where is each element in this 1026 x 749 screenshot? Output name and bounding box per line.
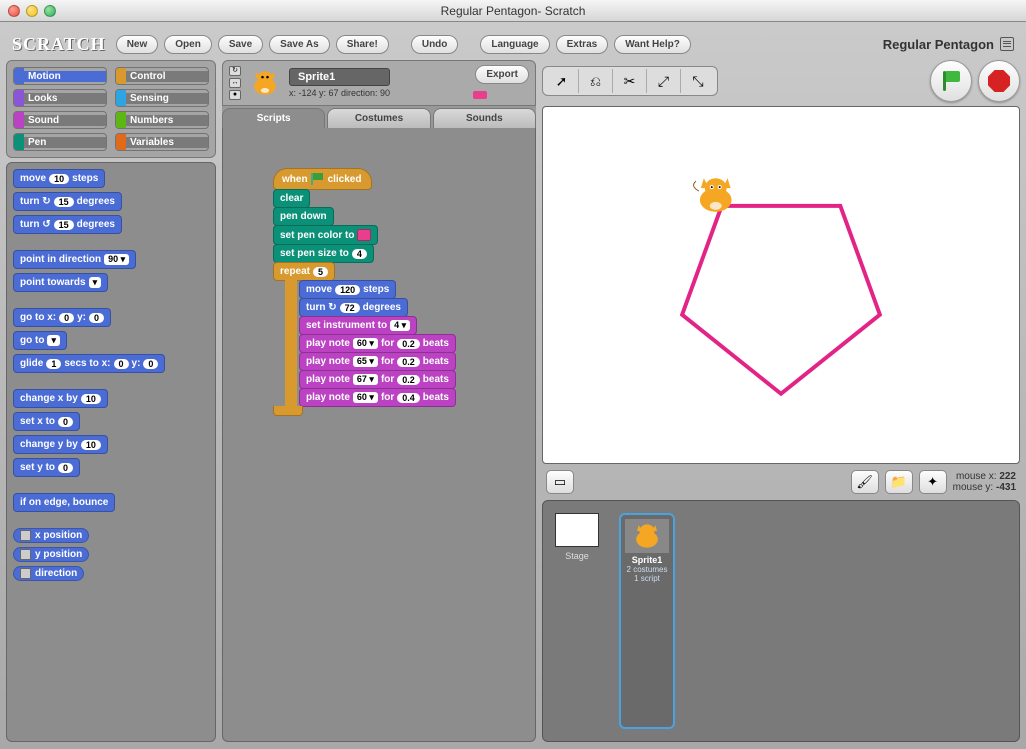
window-title: Regular Pentagon- Scratch [0,4,1026,18]
stamp-tool-icon[interactable]: ⎌ [579,69,613,93]
stage-thumbnail[interactable]: Stage [555,513,599,729]
tab-costumes[interactable]: Costumes [327,108,430,128]
palette-block[interactable]: point towards ▾ [13,273,108,292]
sprite-name-input[interactable]: Sprite1 [289,68,390,86]
window-titlebar: Regular Pentagon- Scratch [0,0,1026,22]
palette-block[interactable]: turn ↻ 15 degrees [13,192,122,211]
palette-block[interactable]: set y to 0 [13,458,80,477]
palette-block[interactable]: y position [13,547,89,562]
rotate-none-button[interactable]: ● [229,90,241,100]
draggable-toggle[interactable] [473,91,487,99]
save-button[interactable]: Save [218,35,263,54]
script-block[interactable]: play note 60 ▾ for 0.4 beats [299,388,456,407]
category-pen[interactable]: Pen [13,133,107,151]
script-block[interactable]: turn ↻ 72 degrees [299,298,408,317]
tab-scripts[interactable]: Scripts [222,108,325,128]
script-block[interactable]: play note 60 ▾ for 0.2 beats [299,334,456,353]
sprite-list-item[interactable]: Sprite1 2 costumes 1 script [619,513,675,729]
category-motion[interactable]: Motion [13,67,107,85]
script-block[interactable]: set instrument to 4 ▾ [299,316,417,335]
main-toolbar: SCRATCH New Open Save Save As Share! Undo Lang… [6,28,1020,60]
category-selector: Motion Control Looks Sensing Sound Numbers Pen… [6,60,216,158]
save-as-button[interactable]: Save As [269,35,330,54]
category-sensing[interactable]: Sensing [115,89,209,107]
palette-block[interactable]: point in direction 90 ▾ [13,250,136,269]
want-help--button[interactable]: Want Help? [614,35,691,54]
presentation-mode-button[interactable]: ▭ [546,470,574,494]
palette-block[interactable]: change x by 10 [13,389,108,408]
category-variables[interactable]: Variables [115,133,209,151]
flag-icon [941,71,961,91]
palette-block[interactable]: direction [13,566,84,581]
script-block[interactable]: play note 65 ▾ for 0.2 beats [299,352,456,371]
paint-sprite-button[interactable]: 🖌 [851,470,879,494]
choose-sprite-button[interactable]: 📁 [885,470,913,494]
extras-button[interactable]: Extras [556,35,609,54]
new-button[interactable]: New [116,35,159,54]
script-block[interactable]: play note 67 ▾ for 0.2 beats [299,370,456,389]
undo-button[interactable]: Undo [411,35,459,54]
export-button[interactable]: Export [475,65,529,84]
scissors-tool-icon[interactable]: ✂ [613,69,647,93]
category-control[interactable]: Control [115,67,209,85]
scripts-pane[interactable]: when clickedclear pen down set pen color… [222,128,536,742]
category-sound[interactable]: Sound [13,111,107,129]
stop-button[interactable] [978,60,1020,102]
palette-block[interactable]: go to x: 0 y: 0 [13,308,111,327]
palette-block[interactable]: glide 1 secs to x: 0 y: 0 [13,354,165,373]
project-menu-icon[interactable] [1000,37,1014,51]
script-block[interactable]: set pen size to 4 [273,244,374,263]
rotate-leftright-button[interactable]: ↔ [229,78,241,88]
palette-block[interactable]: turn ↺ 15 degrees [13,215,122,234]
stage-tools: ➚ ⎌ ✂ ⤢ ⤡ [542,66,718,96]
arrow-tool-icon[interactable]: ➚ [545,69,579,93]
sprite-thumbnail [247,65,283,101]
script-block[interactable]: set pen color to [273,225,378,245]
shrink-tool-icon[interactable]: ⤡ [681,69,715,93]
surprise-sprite-button[interactable]: ✦ [919,470,947,494]
stop-icon [988,70,1010,92]
hat-block[interactable]: when clicked [273,168,372,190]
tab-sounds[interactable]: Sounds [433,108,536,128]
scratch-logo: SCRATCH [12,34,106,55]
repeat-block[interactable]: repeat 5 [273,262,335,281]
sprite-header: ↻ ↔ ● Sprite1 x: -124 y: 67 direction: 9… [222,60,536,106]
share--button[interactable]: Share! [336,35,389,54]
green-flag-button[interactable] [930,60,972,102]
sprite-list: Stage Sprite1 2 costumes 1 script [542,500,1020,742]
script-block[interactable]: clear [273,189,310,208]
category-numbers[interactable]: Numbers [115,111,209,129]
palette-block[interactable]: set x to 0 [13,412,80,431]
category-looks[interactable]: Looks [13,89,107,107]
palette-block[interactable]: move 10 steps [13,169,105,188]
flag-icon [311,173,325,185]
palette-block[interactable]: if on edge, bounce [13,493,115,512]
block-palette: move 10 steps turn ↻ 15 degrees turn ↺ 15 … [6,162,216,742]
script-block[interactable]: move 120 steps [299,280,396,299]
palette-block[interactable]: go to ▾ [13,331,67,350]
open-button[interactable]: Open [164,35,212,54]
sprite-coords: x: -124 y: 67 direction: 90 [289,88,390,98]
mouse-coords: mouse x: 222 mouse y: -431 [953,471,1016,493]
project-name: Regular Pentagon [883,37,1014,52]
language-button[interactable]: Language [480,35,549,54]
stage[interactable] [542,106,1020,464]
rotate-freely-button[interactable]: ↻ [229,66,241,76]
palette-block[interactable]: change y by 10 [13,435,108,454]
editor-tabs: ScriptsCostumesSounds [222,106,536,128]
grow-tool-icon[interactable]: ⤢ [647,69,681,93]
palette-block[interactable]: x position [13,528,89,543]
script-block[interactable]: pen down [273,207,334,226]
